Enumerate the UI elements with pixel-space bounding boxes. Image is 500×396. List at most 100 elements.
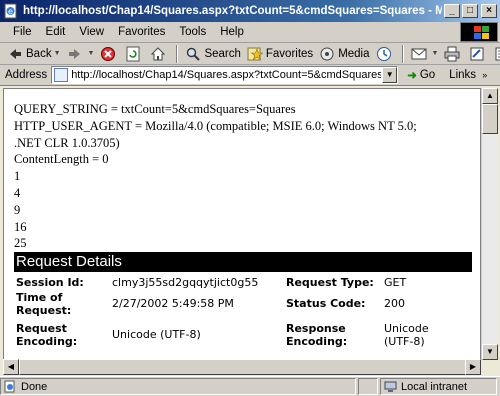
query-string-line: QUERY_STRING = txtCount=5&cmdSquares=Squ… xyxy=(14,102,296,116)
request-type-value: GET xyxy=(384,276,407,289)
go-label: Go xyxy=(419,69,436,81)
edit-page-icon xyxy=(470,47,484,60)
svg-text:e: e xyxy=(8,7,13,16)
minimize-button[interactable]: _ xyxy=(444,4,460,18)
media-icon xyxy=(320,47,334,60)
scroll-up-button[interactable]: ▲ xyxy=(482,88,498,104)
menu-tools[interactable]: Tools xyxy=(172,26,213,38)
vertical-scrollbar[interactable]: ▲ ▼ xyxy=(481,88,498,360)
window-title: http://localhost/Chap14/Squares.aspx?txt… xyxy=(23,5,442,17)
response-encoding-label: Response Encoding: xyxy=(286,322,384,352)
time-of-request-value: 2/27/2002 5:49:58 PM xyxy=(112,297,234,310)
response-encoding-value: Unicode (UTF-8) xyxy=(384,322,472,352)
stop-icon xyxy=(101,46,116,61)
links-button[interactable]: Links » xyxy=(449,69,487,81)
content-length-line: ContentLength = 0 xyxy=(14,152,109,167)
page-done-icon xyxy=(4,380,15,393)
req-enc-label-line2: Encoding: xyxy=(16,335,78,348)
scroll-left-button[interactable]: ◀ xyxy=(3,359,19,375)
mail-icon xyxy=(411,48,427,59)
toolbar-separator xyxy=(176,44,179,63)
chevron-down-icon[interactable]: ▼ xyxy=(54,50,61,57)
print-icon xyxy=(444,46,460,61)
horizontal-scrollbar[interactable]: ◀ ▶ xyxy=(3,359,481,375)
zone-pane: Local intranet xyxy=(380,378,497,395)
status-code-label: Status Code: xyxy=(286,297,366,310)
resp-enc-value-line2: (UTF-8) xyxy=(384,335,425,348)
address-field[interactable]: ▼ xyxy=(51,66,399,84)
page-output: QUERY_STRING = txtCount=5&cmdSquares=Squ… xyxy=(14,101,417,252)
search-label: Search xyxy=(204,47,241,60)
go-button[interactable]: ➜ Go xyxy=(407,68,435,82)
discuss-button[interactable] xyxy=(491,44,500,64)
resp-enc-value-line1: Unicode xyxy=(384,322,429,335)
zone-text: Local intranet xyxy=(401,380,468,393)
scroll-right-button[interactable]: ▶ xyxy=(465,359,481,375)
toolbar: Back ▼ ▼ Search Favorites Media ▼ xyxy=(0,43,500,65)
table-row: Request Encoding: Unicode (UTF-8) Respon… xyxy=(16,322,472,352)
square-value: 25 xyxy=(14,236,27,251)
toolbar-separator xyxy=(401,44,404,63)
home-button[interactable] xyxy=(147,44,172,64)
address-dropdown-button[interactable]: ▼ xyxy=(382,67,398,83)
session-id-value: clmy3j55sd2gqqytjict0g55 xyxy=(112,276,259,289)
print-button[interactable] xyxy=(441,44,466,64)
chevron-down-icon[interactable]: ▼ xyxy=(432,50,439,57)
back-button[interactable]: Back ▼ xyxy=(4,44,64,64)
forward-button[interactable]: ▼ xyxy=(64,44,98,64)
discuss-icon xyxy=(495,47,500,60)
menu-bar: File Edit View Favorites Tools Help xyxy=(0,22,500,43)
favorites-button[interactable]: Favorites xyxy=(244,44,316,64)
favorites-label: Favorites xyxy=(265,47,314,60)
close-button[interactable]: × xyxy=(481,4,497,18)
menu-help[interactable]: Help xyxy=(213,26,251,38)
search-icon xyxy=(187,47,201,61)
status-text: Done xyxy=(21,380,48,393)
page-content: QUERY_STRING = txtCount=5&cmdSquares=Squ… xyxy=(3,88,481,360)
windows-logo-icon xyxy=(460,22,498,42)
maximize-button[interactable]: □ xyxy=(462,4,478,18)
stop-button[interactable] xyxy=(97,44,122,64)
request-details-table: Session Id: clmy3j55sd2gqqytjict0g55 Req… xyxy=(16,274,472,352)
menu-file[interactable]: File xyxy=(6,26,39,38)
media-label: Media xyxy=(338,47,370,60)
status-code-value: 200 xyxy=(384,297,405,310)
chevron-down-icon[interactable]: ▼ xyxy=(88,50,95,57)
media-button[interactable]: Media xyxy=(316,44,372,64)
title-bar[interactable]: e http://localhost/Chap14/Squares.aspx?t… xyxy=(0,0,500,22)
favorites-star-icon xyxy=(247,47,263,60)
edit-button[interactable] xyxy=(466,44,491,64)
resp-enc-label-line1: Response xyxy=(286,322,346,335)
menu-view[interactable]: View xyxy=(72,26,111,38)
back-arrow-icon xyxy=(10,48,21,59)
session-id-label: Session Id: xyxy=(16,276,84,289)
ie-page-icon: e xyxy=(4,3,17,19)
mail-button[interactable]: ▼ xyxy=(408,44,442,64)
history-button[interactable] xyxy=(373,44,398,64)
menu-favorites[interactable]: Favorites xyxy=(111,26,172,38)
menu-edit[interactable]: Edit xyxy=(39,26,73,38)
forward-arrow-icon xyxy=(68,48,80,59)
horizontal-scroll-thumb[interactable] xyxy=(19,359,466,375)
square-value: 1 xyxy=(14,169,21,184)
refresh-button[interactable] xyxy=(122,44,147,64)
status-pane: Done xyxy=(0,378,356,395)
time-label-line2: Request: xyxy=(16,304,72,317)
square-value: 16 xyxy=(14,219,27,234)
status-pane xyxy=(358,378,378,395)
time-of-request-label: Time of Request: xyxy=(16,291,112,319)
chevron-right-icon: » xyxy=(482,70,488,80)
search-button[interactable]: Search xyxy=(182,44,243,64)
page-icon xyxy=(54,68,69,82)
local-intranet-icon xyxy=(384,381,397,392)
url-input[interactable] xyxy=(71,69,382,81)
home-icon xyxy=(151,46,166,60)
vertical-scroll-thumb[interactable] xyxy=(482,104,498,134)
request-type-label: Request Type: xyxy=(286,276,374,289)
resp-enc-label-line2: Encoding: xyxy=(286,335,348,348)
address-bar: Address ▼ ➜ Go Links » xyxy=(0,65,500,86)
time-label-line1: Time of xyxy=(16,291,63,304)
scroll-down-button[interactable]: ▼ xyxy=(482,344,498,360)
go-arrow-icon: ➜ xyxy=(407,70,417,82)
status-bar: Done Local intranet xyxy=(0,376,500,396)
